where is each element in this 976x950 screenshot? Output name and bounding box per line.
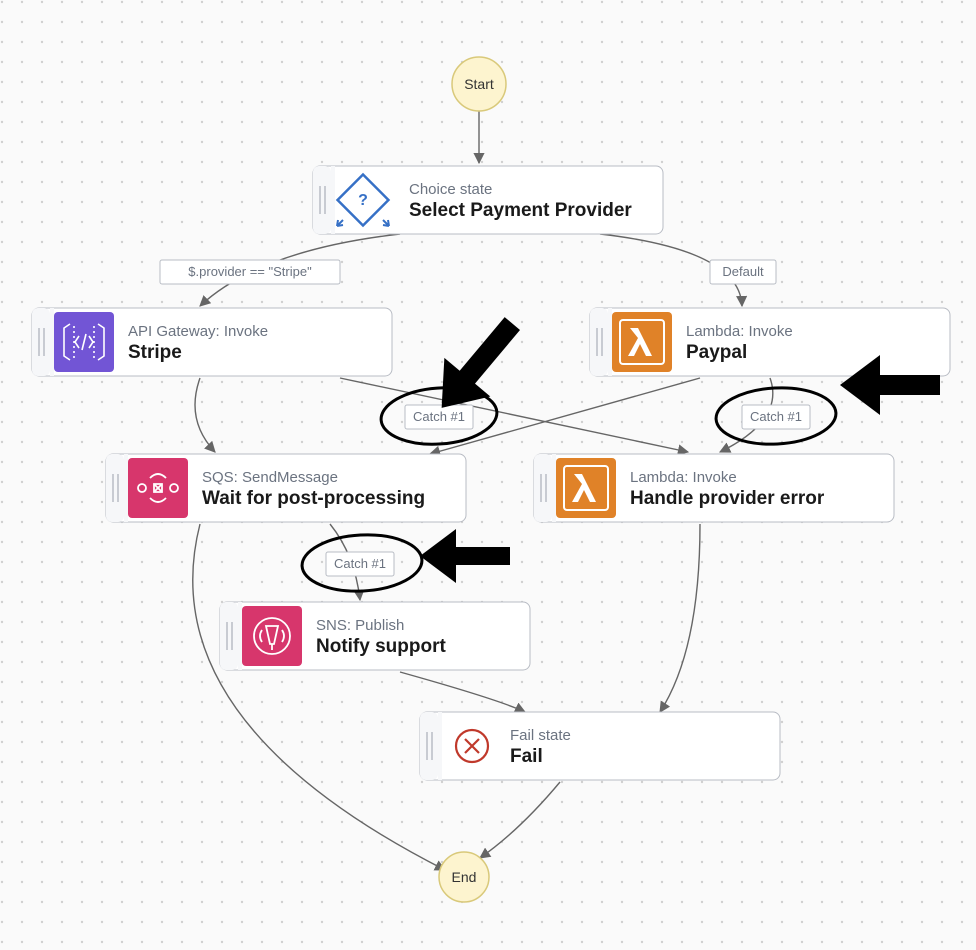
sqs-title: Wait for post-processing	[202, 488, 425, 509]
handler-node[interactable]: Lambda: Invoke Handle provider error	[534, 454, 894, 522]
paypal-node[interactable]: Lambda: Invoke Paypal	[590, 308, 950, 376]
svg-text:Catch #1: Catch #1	[413, 409, 465, 424]
choice-subtitle: Choice state	[409, 181, 492, 198]
svg-text:Start: Start	[464, 76, 494, 92]
workflow-diagram: $.provider == "Stripe" Default Catch #1 …	[0, 0, 976, 950]
edge-label-catch-paypal: Catch #1	[742, 405, 810, 429]
svg-text:Catch #1: Catch #1	[334, 556, 386, 571]
stripe-subtitle: API Gateway: Invoke	[128, 323, 268, 340]
svg-text:$.provider == "Stripe": $.provider == "Stripe"	[188, 264, 312, 279]
svg-text:Catch #1: Catch #1	[750, 409, 802, 424]
fail-subtitle: Fail state	[510, 727, 571, 744]
fail-node[interactable]: Fail state Fail	[420, 712, 780, 780]
stripe-title: Stripe	[128, 342, 182, 363]
end-node[interactable]: End	[439, 852, 489, 902]
fail-title: Fail	[510, 746, 543, 767]
edge-label-stripe-cond: $.provider == "Stripe"	[160, 260, 340, 284]
sqs-subtitle: SQS: SendMessage	[202, 469, 338, 486]
choice-node[interactable]: ? Choice state Select Payment Provider	[313, 166, 663, 234]
sqs-node[interactable]: SQS: SendMessage Wait for post-processin…	[106, 454, 466, 522]
sns-title: Notify support	[316, 636, 446, 657]
choice-title: Select Payment Provider	[409, 200, 632, 221]
start-node[interactable]: Start	[452, 57, 506, 111]
edge-label-catch-stripe: Catch #1	[405, 405, 473, 429]
edge-label-catch-sqs: Catch #1	[326, 552, 394, 576]
svg-text:?: ?	[358, 192, 368, 209]
edge-label-default: Default	[710, 260, 776, 284]
sns-node[interactable]: SNS: Publish Notify support	[220, 602, 530, 670]
paypal-subtitle: Lambda: Invoke	[686, 323, 793, 340]
handler-title: Handle provider error	[630, 488, 825, 509]
svg-text:Default: Default	[722, 264, 764, 279]
stripe-node[interactable]: API Gateway: Invoke Stripe	[32, 308, 392, 376]
svg-text:End: End	[452, 869, 477, 885]
paypal-title: Paypal	[686, 342, 747, 363]
sns-subtitle: SNS: Publish	[316, 617, 404, 634]
handler-subtitle: Lambda: Invoke	[630, 469, 737, 486]
